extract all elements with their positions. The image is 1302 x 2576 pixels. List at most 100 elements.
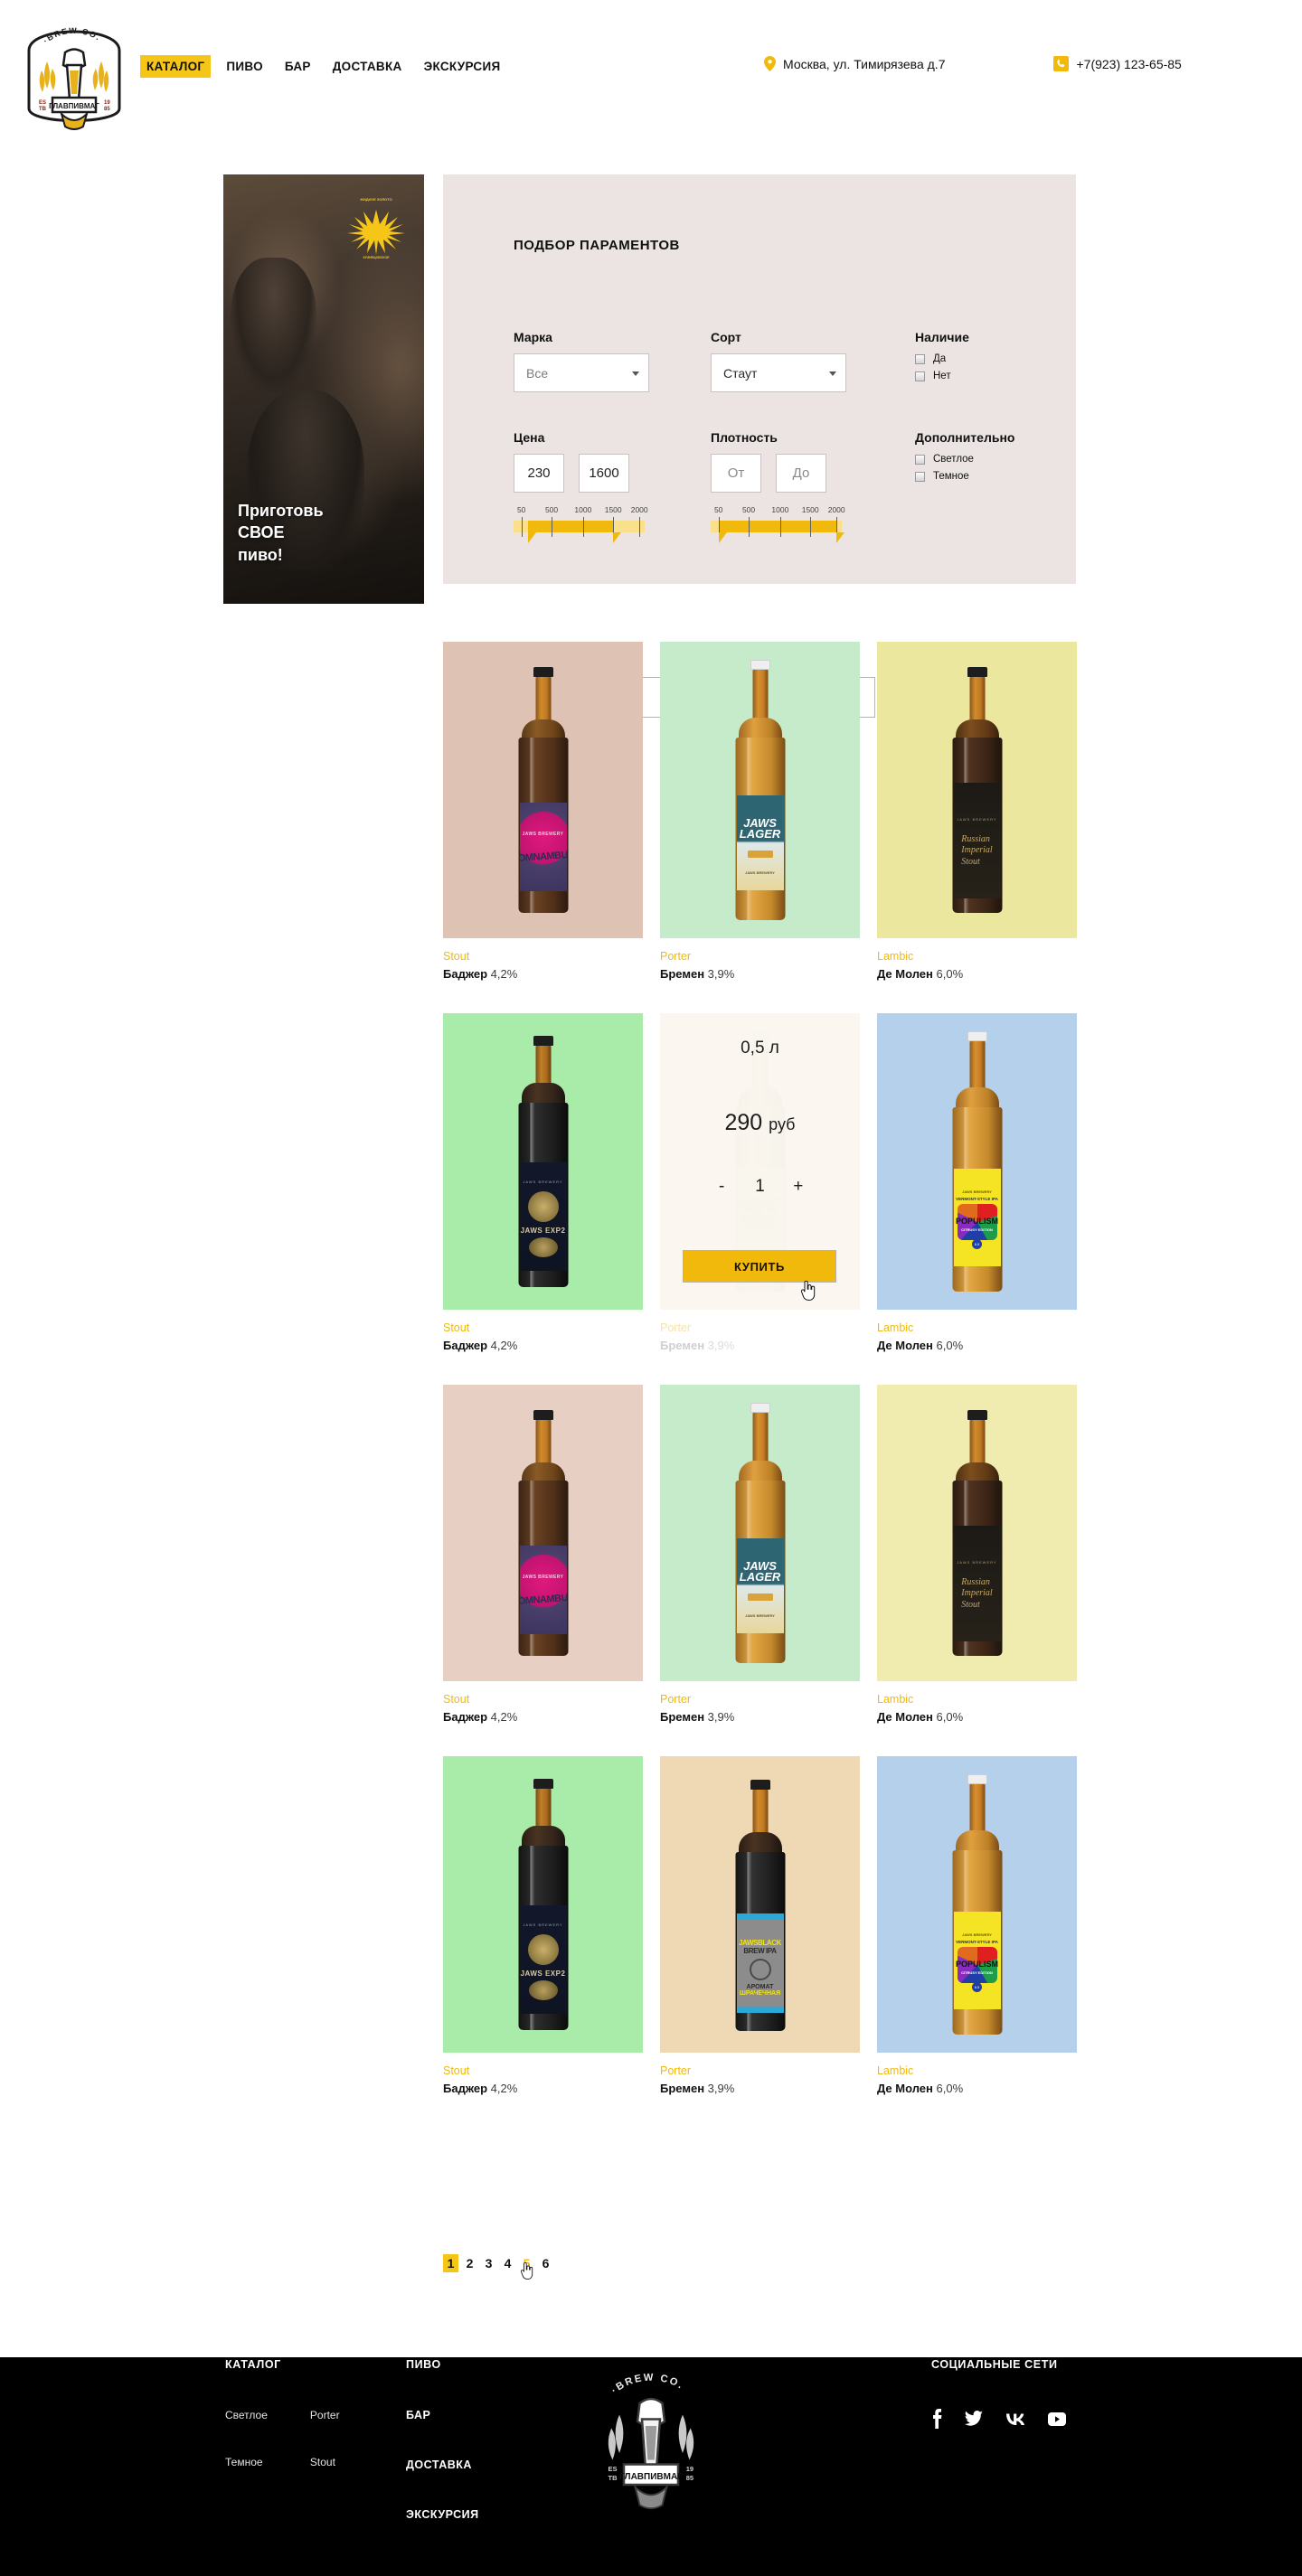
checkbox-icon[interactable] <box>915 471 925 482</box>
product-card[interactable]: JAWS BREWERY SOMNAMBUL Stout Баджер 4,2% <box>443 1385 643 1724</box>
site-footer: КАТАЛОГ Светлое Темное Porter Stout ПИВО… <box>0 2357 1302 2576</box>
product-image[interactable]: JAWSBLACK BREW IPA ВЫСОТОЙ АРОМАТ ШРАЧЕЧ… <box>660 1013 860 1310</box>
additional-option-light[interactable]: Светлое <box>915 454 1014 465</box>
footer-link-delivery[interactable]: ДОСТАВКА <box>406 2458 479 2471</box>
nav-item-bar[interactable]: БАР <box>278 55 317 78</box>
footer-logo[interactable]: ·BREW CO. ГЛАВПИВМАГ ES TB 19 85 <box>583 2358 719 2512</box>
svg-text:85: 85 <box>686 2474 693 2482</box>
chevron-down-icon <box>829 371 836 376</box>
nav-item-excursion[interactable]: ЭКСКУРСИЯ <box>418 55 507 78</box>
site-logo[interactable]: ·BREW CO. ГЛАВПИВМАГ ES TB 19 85 <box>20 14 128 130</box>
product-image[interactable]: JAWS BREWERY Russian Imperial Stout <box>877 642 1077 938</box>
product-image[interactable]: JAWS BREWERY VERMONT-STYLE IPA POPULISM … <box>877 1756 1077 2053</box>
brand-select[interactable]: Все <box>514 353 649 392</box>
product-card[interactable]: JAWS BREWERY Russian Imperial Stout Lambic… <box>877 642 1077 981</box>
product-abv: 3,9% <box>707 967 735 981</box>
twitter-icon[interactable] <box>964 2411 983 2431</box>
density-from-input[interactable]: От <box>711 454 761 493</box>
facebook-icon[interactable] <box>931 2409 942 2433</box>
bottle-label-jaws-lager: JAWS LAGER JAWS BREWERY <box>736 1538 784 1633</box>
brewco-logo-icon: ·BREW CO. ГЛАВПИВМАГ ES TB 19 85 <box>609 2373 694 2510</box>
buy-button[interactable]: КУПИТЬ <box>683 1250 836 1283</box>
page-button-6[interactable]: 6 <box>538 2254 553 2272</box>
footer-link-light[interactable]: Светлое <box>225 2409 268 2421</box>
price-tick-1: 500 <box>544 505 559 514</box>
product-card[interactable]: JAWS BREWERY JAWS EXP2 Stout Баджер 4,2% <box>443 1756 643 2095</box>
price-slider-handle-min[interactable] <box>527 532 536 543</box>
hero-brand-mark: ЖИДКОЕ ЗОЛОТО КУЗНЕЦОВСКОЕ <box>341 191 411 261</box>
product-card[interactable]: JAWS BREWERY Russian Imperial Stout Lambic… <box>877 1385 1077 1724</box>
page-button-1[interactable]: 1 <box>443 2254 458 2272</box>
density-slider[interactable]: 50 500 1000 1500 2000 <box>711 505 845 547</box>
price-from-input[interactable]: 230 <box>514 454 564 493</box>
availability-option-yes[interactable]: Да <box>915 353 969 364</box>
header-phone[interactable]: +7(923) 123-65-85 <box>1053 56 1182 71</box>
density-slider-handle-max[interactable] <box>836 532 845 543</box>
product-image[interactable]: JAWS BREWERY JAWS EXP2 <box>443 1756 643 2053</box>
price-tick-2: 1000 <box>574 505 592 514</box>
product-card[interactable]: JAWS BREWERY VERMONT-STYLE IPA POPULISM … <box>877 1756 1077 2095</box>
product-abv: 3,9% <box>707 1339 735 1352</box>
density-tick-0: 50 <box>713 505 723 514</box>
product-image[interactable]: JAWS BREWERY VERMONT-STYLE IPA POPULISM … <box>877 1013 1077 1310</box>
page-button-2[interactable]: 2 <box>462 2254 477 2272</box>
quantity-plus-button[interactable]: + <box>792 1177 805 1197</box>
product-name: Де Молен 6,0% <box>877 967 1077 981</box>
checkbox-icon[interactable] <box>915 454 925 465</box>
filter-group-brand: Марка Все <box>514 330 649 392</box>
product-title: Де Молен <box>877 1710 933 1724</box>
additional-option-dark[interactable]: Темное <box>915 471 1014 482</box>
checkbox-icon[interactable] <box>915 353 925 364</box>
footer-catalog-links: Светлое Темное Porter Stout <box>225 2409 340 2503</box>
filter-group-density: Плотность От До 50 500 1000 1500 2000 <box>711 430 845 547</box>
footer-link-dark[interactable]: Темное <box>225 2456 268 2468</box>
quantity-minus-button[interactable]: - <box>715 1177 728 1197</box>
product-image[interactable]: JAWS LAGER JAWS BREWERY <box>660 1385 860 1681</box>
density-label: Плотность <box>711 430 778 445</box>
nav-item-catalog[interactable]: КАТАЛОГ <box>140 55 212 78</box>
product-card[interactable]: JAWSBLACK BREW IPA АРОМАТ ШРАЧЕЧНАЯ Port… <box>660 1756 860 2095</box>
additional-dark-label: Темное <box>933 471 969 482</box>
density-slider-handle-min[interactable] <box>718 532 727 543</box>
product-image[interactable]: JAWS BREWERY SOMNAMBUL <box>443 1385 643 1681</box>
footer-link-excursion[interactable]: ЭКСКУРСИЯ <box>406 2508 479 2521</box>
page-button-4[interactable]: 4 <box>500 2254 515 2272</box>
footer-link-bar[interactable]: БАР <box>406 2409 479 2421</box>
price-slider-handle-max[interactable] <box>613 532 622 543</box>
product-abv: 6,0% <box>936 1710 964 1724</box>
product-name: Бремен 3,9% <box>660 1710 860 1724</box>
map-pin-icon <box>764 56 776 71</box>
nav-item-delivery[interactable]: ДОСТАВКА <box>326 55 409 78</box>
product-image[interactable]: JAWS BREWERY SOMNAMBUL <box>443 642 643 938</box>
page-button-3[interactable]: 3 <box>481 2254 496 2272</box>
youtube-icon[interactable] <box>1048 2411 1066 2430</box>
main-navigation: КАТАЛОГ ПИВО БАР ДОСТАВКА ЭКСКУРСИЯ <box>140 55 515 78</box>
sort-select[interactable]: Стаут <box>711 353 846 392</box>
footer-link-porter[interactable]: Porter <box>310 2409 340 2421</box>
product-card[interactable]: JAWS LAGER JAWS BREWERY Porter Бремен 3,… <box>660 1385 860 1724</box>
vk-icon[interactable] <box>1005 2412 1025 2430</box>
hero-banner[interactable]: ЖИДКОЕ ЗОЛОТО КУЗНЕЦОВСКОЕ Приготовь СВО… <box>223 174 424 604</box>
density-slider-fill <box>718 521 837 532</box>
product-image[interactable]: JAWS LAGER JAWS BREWERY <box>660 642 860 938</box>
product-card[interactable]: JAWS BREWERY VERMONT-STYLE IPA POPULISM … <box>877 1013 1077 1352</box>
footer-link-stout[interactable]: Stout <box>310 2456 340 2468</box>
checkbox-icon[interactable] <box>915 371 925 381</box>
product-title: Бремен <box>660 1710 705 1724</box>
product-image[interactable]: JAWS BREWERY JAWS EXP2 <box>443 1013 643 1310</box>
price-slider[interactable]: 50 500 1000 1500 2000 <box>514 505 648 547</box>
availability-option-no[interactable]: Нет <box>915 371 969 381</box>
nav-item-beer[interactable]: ПИВО <box>220 55 269 78</box>
product-card[interactable]: JAWS LAGER JAWS BREWERY Porter Бремен 3,… <box>660 642 860 981</box>
product-image[interactable]: JAWS BREWERY Russian Imperial Stout <box>877 1385 1077 1681</box>
product-kind: Lambic <box>877 1693 914 1706</box>
product-image[interactable]: JAWSBLACK BREW IPA АРОМАТ ШРАЧЕЧНАЯ <box>660 1756 860 2053</box>
availability-label: Наличие <box>915 330 969 344</box>
phone-icon <box>1053 56 1070 71</box>
product-card-hovered[interactable]: JAWSBLACK BREW IPA ВЫСОТОЙ АРОМАТ ШРАЧЕЧ… <box>660 1013 860 1352</box>
density-to-input[interactable]: До <box>776 454 826 493</box>
product-card[interactable]: JAWS BREWERY SOMNAMBUL Stout Баджер 4,2% <box>443 642 643 981</box>
product-card[interactable]: JAWS BREWERY JAWS EXP2 Stout Баджер 4,2% <box>443 1013 643 1352</box>
price-to-input[interactable]: 1600 <box>579 454 629 493</box>
product-abv: 4,2% <box>490 967 518 981</box>
